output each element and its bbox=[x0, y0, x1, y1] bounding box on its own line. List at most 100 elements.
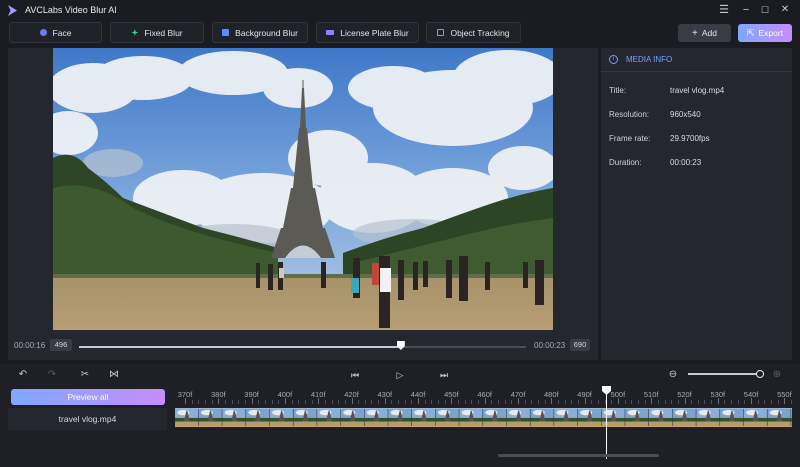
clip-thumbnail bbox=[577, 421, 602, 426]
clip-thumbnail bbox=[530, 421, 555, 426]
ruler-tick bbox=[591, 400, 593, 404]
clip-thumbnail bbox=[198, 409, 199, 426]
face-button[interactable]: Face bbox=[9, 22, 102, 43]
clip-thumbnail bbox=[317, 421, 341, 426]
zoom-slider[interactable] bbox=[688, 373, 764, 375]
clip-thumbnail bbox=[222, 421, 247, 426]
ruler-tick bbox=[551, 398, 553, 404]
ruler-tick bbox=[311, 400, 313, 404]
timeline-scrollbar[interactable] bbox=[498, 454, 659, 457]
clip-thumbnail bbox=[364, 421, 389, 426]
ruler-tick bbox=[664, 400, 666, 404]
menu-icon[interactable]: ☰ bbox=[717, 3, 731, 17]
ruler-tick bbox=[458, 400, 460, 404]
preview-all-button[interactable]: Preview all bbox=[11, 389, 165, 405]
ruler-tick bbox=[344, 400, 346, 404]
ruler-tick bbox=[651, 398, 653, 404]
ruler-tick bbox=[784, 398, 786, 404]
ruler-tick bbox=[438, 400, 440, 404]
fixed-blur-button[interactable]: Fixed Blur bbox=[110, 22, 204, 43]
redo-icon: ↷ bbox=[47, 369, 57, 380]
add-button-label: Add bbox=[701, 28, 717, 38]
ruler-tick bbox=[391, 400, 393, 404]
object-tracking-button-label: Object Tracking bbox=[450, 27, 510, 38]
app-logo-icon bbox=[8, 5, 17, 16]
ruler-tick bbox=[264, 400, 266, 404]
track-list-item[interactable]: travel vlog.mp4 bbox=[8, 408, 167, 430]
clip-thumbnail bbox=[506, 409, 507, 426]
ruler-tick bbox=[304, 400, 306, 404]
clip-thumbnail bbox=[790, 409, 792, 426]
ruler-tick bbox=[764, 400, 766, 404]
clip-thumbnail bbox=[246, 421, 270, 426]
license-plate-blur-button[interactable]: License Plate Blur bbox=[316, 22, 419, 43]
info-label-title: Title: bbox=[609, 86, 627, 95]
ruler-tick bbox=[244, 400, 246, 404]
background-blur-button[interactable]: Background Blur bbox=[212, 22, 308, 43]
timeline-ruler[interactable]: 370f 380f 390f 400f 410f 420f 430f 440f 450f 460f… bbox=[170, 386, 793, 404]
clip-thumbnail bbox=[791, 409, 792, 419]
ruler-tick bbox=[411, 400, 413, 404]
clip-thumbnail bbox=[316, 409, 318, 426]
ruler-tick bbox=[358, 400, 360, 404]
video-frame[interactable] bbox=[53, 48, 553, 330]
minimize-icon[interactable]: − bbox=[739, 3, 753, 17]
ruler-tick bbox=[704, 400, 706, 404]
ruler-tick bbox=[577, 400, 579, 404]
ruler-tick bbox=[617, 398, 619, 404]
ruler-tick bbox=[691, 400, 693, 404]
close-icon[interactable]: ✕ bbox=[778, 3, 792, 17]
license-plate-blur-button-label: License Plate Blur bbox=[340, 27, 409, 38]
add-button[interactable]: + Add bbox=[678, 24, 731, 42]
app-window: AVCLabs Video Blur AI ☰ − ☐ ✕ Face Fixed… bbox=[0, 0, 800, 467]
ruler-tick bbox=[571, 400, 573, 404]
ruler-tick bbox=[298, 400, 300, 404]
export-button[interactable]: ⇱ Export bbox=[738, 24, 792, 42]
video-clip-track[interactable] bbox=[175, 408, 792, 427]
ruler-tick bbox=[484, 398, 486, 404]
clip-thumbnail bbox=[293, 421, 318, 426]
ruler-tick bbox=[324, 400, 326, 404]
track-name: travel vlog.mp4 bbox=[58, 414, 117, 424]
play-icon[interactable]: ▷ bbox=[394, 369, 406, 381]
ruler-tick bbox=[737, 400, 739, 404]
clip-thumbnail bbox=[458, 409, 460, 426]
clip-thumbnail bbox=[791, 417, 792, 422]
clip-thumbnail bbox=[791, 421, 792, 426]
ruler-tick bbox=[684, 398, 686, 404]
clip-thumbnail bbox=[743, 421, 768, 426]
ruler-tick bbox=[444, 400, 446, 404]
previous-frame-icon[interactable]: ⏮ bbox=[349, 369, 361, 381]
seek-bar[interactable] bbox=[79, 341, 526, 350]
clip-thumbnail bbox=[672, 421, 697, 426]
trim-icon[interactable]: ⋈ bbox=[108, 369, 120, 381]
clip-thumbnail bbox=[719, 409, 721, 426]
clip-thumbnail bbox=[767, 421, 792, 426]
ruler-tick bbox=[185, 398, 186, 404]
ruler-tick bbox=[624, 400, 626, 404]
clip-thumbnail bbox=[648, 409, 649, 426]
undo-icon[interactable]: ↶ bbox=[17, 369, 29, 381]
clip-thumbnail bbox=[340, 421, 365, 426]
license-plate-icon bbox=[326, 30, 335, 35]
ruler-tick bbox=[777, 400, 779, 404]
object-tracking-button[interactable]: Object Tracking bbox=[426, 22, 521, 43]
ruler-tick bbox=[671, 400, 673, 404]
ruler-tick bbox=[464, 400, 466, 404]
ruler-tick bbox=[471, 400, 473, 404]
clip-thumbnail bbox=[412, 421, 436, 426]
ruler-tick bbox=[231, 400, 233, 404]
clip-thumbnail bbox=[601, 409, 602, 426]
next-frame-icon[interactable]: ⏭ bbox=[438, 369, 450, 381]
zoom-out-icon[interactable]: ⊖ bbox=[667, 369, 679, 381]
ruler-tick bbox=[584, 398, 586, 404]
split-icon[interactable]: ✂ bbox=[79, 369, 91, 381]
ruler-tick bbox=[511, 400, 513, 404]
ruler-tick bbox=[291, 400, 293, 404]
clip-thumbnail bbox=[624, 409, 626, 426]
ruler-tick bbox=[371, 400, 373, 404]
ruler-tick bbox=[478, 400, 480, 404]
maximize-icon[interactable]: ☐ bbox=[758, 3, 772, 17]
zoom-in-icon: ⊕ bbox=[772, 369, 782, 380]
ruler-tick bbox=[498, 400, 500, 404]
